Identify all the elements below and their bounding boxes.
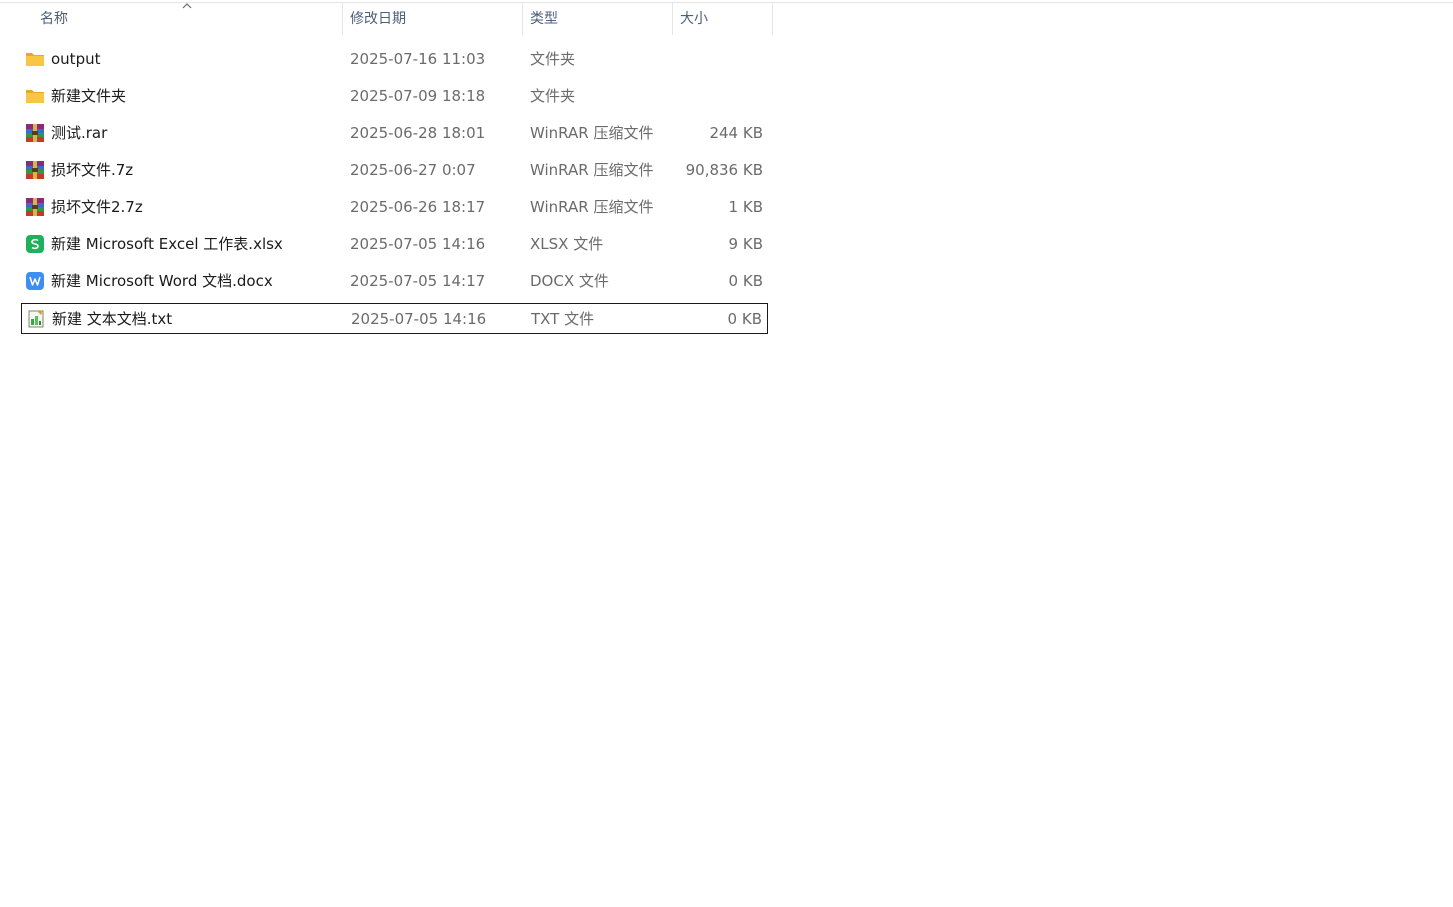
file-type: 文件夹 (530, 50, 576, 68)
file-name: 损坏文件2.7z (51, 198, 143, 216)
file-date: 2025-06-26 18:17 (350, 198, 486, 216)
file-date: 2025-06-27 0:07 (350, 161, 476, 179)
file-name: 新建 文本文档.txt (52, 310, 173, 328)
word-icon (26, 272, 44, 290)
file-size: 9 KB (728, 235, 763, 253)
file-date: 2025-07-16 11:03 (350, 50, 486, 68)
column-separator[interactable] (772, 3, 773, 35)
folder-icon (26, 53, 44, 66)
winrar-icon (26, 124, 44, 142)
file-row[interactable]: 损坏文件2.7z 2025-06-26 18:17 WinRAR 压缩文件 1 … (21, 192, 768, 223)
file-name: 新建文件夹 (51, 87, 127, 105)
file-row[interactable]: 新建文件夹 2025-07-09 18:18 文件夹 (21, 81, 768, 112)
column-header-date[interactable]: 修改日期 (350, 3, 406, 35)
column-separator[interactable] (522, 3, 523, 35)
column-header-bar: 名称 修改日期 类型 大小 (0, 3, 1453, 35)
text-file-icon (28, 310, 44, 328)
file-row[interactable]: output 2025-07-16 11:03 文件夹 (21, 44, 768, 75)
file-type: WinRAR 压缩文件 (530, 198, 654, 216)
file-row[interactable]: 新建 文本文档.txt 2025-07-05 14:16 TXT 文件 0 KB (21, 303, 768, 334)
file-type: DOCX 文件 (530, 272, 609, 290)
column-header-size[interactable]: 大小 (680, 3, 708, 35)
file-date: 2025-07-05 14:16 (351, 310, 487, 328)
column-separator[interactable] (342, 3, 343, 35)
file-name: 损坏文件.7z (51, 161, 134, 179)
file-name: 测试.rar (51, 124, 108, 142)
column-header-name[interactable]: 名称 (40, 3, 68, 35)
winrar-icon (26, 198, 44, 216)
column-separator[interactable] (672, 3, 673, 35)
file-type: TXT 文件 (531, 310, 595, 328)
file-date: 2025-06-28 18:01 (350, 124, 486, 142)
file-type: WinRAR 压缩文件 (530, 161, 654, 179)
file-date: 2025-07-05 14:17 (350, 272, 486, 290)
file-size: 244 KB (709, 124, 763, 142)
file-type: 文件夹 (530, 87, 576, 105)
file-size: 0 KB (728, 272, 763, 290)
column-header-type[interactable]: 类型 (530, 3, 558, 35)
file-row[interactable]: 测试.rar 2025-06-28 18:01 WinRAR 压缩文件 244 … (21, 118, 768, 149)
file-type: XLSX 文件 (530, 235, 604, 253)
chevron-up-icon (182, 3, 192, 9)
file-row[interactable]: 新建 Microsoft Excel 工作表.xlsx 2025-07-05 1… (21, 229, 768, 260)
file-row[interactable]: 新建 Microsoft Word 文档.docx 2025-07-05 14:… (21, 266, 768, 297)
file-name: output (51, 50, 101, 68)
file-size: 0 KB (727, 310, 762, 328)
excel-icon (26, 235, 44, 253)
file-type: WinRAR 压缩文件 (530, 124, 654, 142)
file-name: 新建 Microsoft Excel 工作表.xlsx (51, 235, 283, 253)
file-date: 2025-07-05 14:16 (350, 235, 486, 253)
file-name: 新建 Microsoft Word 文档.docx (51, 272, 273, 290)
file-size: 1 KB (728, 198, 763, 216)
file-row[interactable]: 损坏文件.7z 2025-06-27 0:07 WinRAR 压缩文件 90,8… (21, 155, 768, 186)
file-size: 90,836 KB (685, 161, 763, 179)
folder-icon (26, 90, 44, 103)
winrar-icon (26, 161, 44, 179)
file-date: 2025-07-09 18:18 (350, 87, 486, 105)
